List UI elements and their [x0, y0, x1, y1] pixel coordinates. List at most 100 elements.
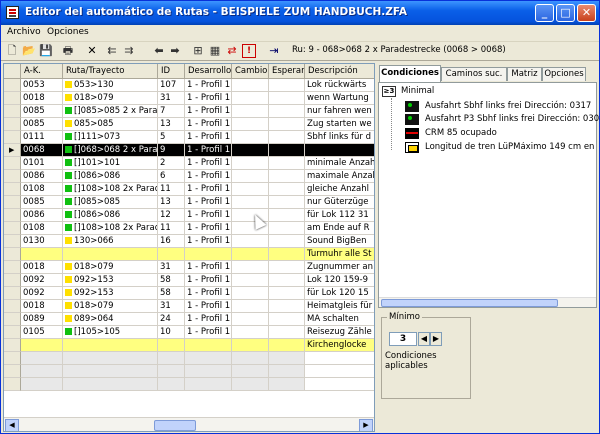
- table-row[interactable]: 0105 []105>105 10 1 - Profil 1 Reisezug Zähl…: [4, 326, 374, 339]
- cell-route[interactable]: [63, 248, 158, 261]
- cell-ak[interactable]: [21, 378, 63, 391]
- cell-cambio[interactable]: [232, 118, 269, 131]
- table-row[interactable]: 0085 []085>085 13 1 - Profil 1 nur Güterzüge: [4, 196, 374, 209]
- cell-desc[interactable]: Zugnummer an: [305, 261, 374, 274]
- cell-cambio[interactable]: [232, 196, 269, 209]
- cell-desc[interactable]: Kirchenglocke: [305, 339, 374, 352]
- cell-ak[interactable]: 0018: [21, 261, 63, 274]
- cell-route[interactable]: 092>153: [63, 287, 158, 300]
- cell-id[interactable]: [158, 365, 185, 378]
- cell-cambio[interactable]: [232, 261, 269, 274]
- cell-esperar[interactable]: [269, 300, 305, 313]
- cell-cambio[interactable]: [232, 157, 269, 170]
- column-desarrollo[interactable]: Desarrollo: [185, 64, 232, 79]
- cell-id[interactable]: 2: [158, 157, 185, 170]
- tab-opciones[interactable]: Opciones: [542, 67, 586, 81]
- cell-desc[interactable]: Turmuhr alle St: [305, 248, 374, 261]
- cell-desc[interactable]: [305, 365, 374, 378]
- table-row[interactable]: Turmuhr alle St: [4, 248, 374, 261]
- table-row[interactable]: 0108 []108>108 2x Paradest11 1 - Profil 1 g…: [4, 183, 374, 196]
- cell-id[interactable]: 16: [158, 235, 185, 248]
- cell-cambio[interactable]: [232, 235, 269, 248]
- cell-ak[interactable]: 0130: [21, 235, 63, 248]
- cell-des[interactable]: 1 - Profil 1: [185, 118, 232, 131]
- cell-id[interactable]: [158, 352, 185, 365]
- cell-ak[interactable]: [21, 352, 63, 365]
- scroll-left-icon[interactable]: ◀: [5, 419, 19, 431]
- cell-esperar[interactable]: [269, 209, 305, 222]
- row-selector[interactable]: [4, 274, 21, 287]
- cell-route[interactable]: 018>079: [63, 261, 158, 274]
- cell-esperar[interactable]: [269, 79, 305, 92]
- cell-cambio[interactable]: [232, 183, 269, 196]
- table-row[interactable]: 0053 053>130 107 1 - Profil 1 Lok rückwärts: [4, 79, 374, 92]
- cell-des[interactable]: [185, 339, 232, 352]
- table-row[interactable]: [4, 365, 374, 378]
- cell-des[interactable]: 1 - Profil 1: [185, 209, 232, 222]
- cell-des[interactable]: 1 - Profil 1: [185, 235, 232, 248]
- cell-route[interactable]: []108>108 2x Paradest: [63, 222, 158, 235]
- insert-row-icon[interactable]: ⇇: [105, 44, 119, 58]
- cell-des[interactable]: [185, 365, 232, 378]
- cell-ak[interactable]: 0111: [21, 131, 63, 144]
- cell-esperar[interactable]: [269, 248, 305, 261]
- cell-des[interactable]: 1 - Profil 1: [185, 131, 232, 144]
- close-button[interactable]: ✕: [577, 4, 596, 22]
- row-selector[interactable]: [4, 209, 21, 222]
- row-selector[interactable]: [4, 170, 21, 183]
- row-selector[interactable]: [4, 339, 21, 352]
- menu-opciones[interactable]: Opciones: [47, 27, 89, 37]
- decrement-icon[interactable]: ◀: [418, 332, 430, 346]
- cell-cambio[interactable]: [232, 300, 269, 313]
- row-selector[interactable]: [4, 79, 21, 92]
- cell-ak[interactable]: 0085: [21, 105, 63, 118]
- row-selector[interactable]: [4, 365, 21, 378]
- row-selector[interactable]: [4, 222, 21, 235]
- tree-root-label[interactable]: Minimal: [401, 86, 434, 96]
- cell-id[interactable]: 107: [158, 79, 185, 92]
- table-row[interactable]: 0130 130>066 16 1 - Profil 1 Sound BigBen: [4, 235, 374, 248]
- save-icon[interactable]: 💾: [39, 44, 53, 58]
- cell-cambio[interactable]: [232, 144, 269, 157]
- move-row-icon[interactable]: ⇉: [122, 44, 136, 58]
- row-selector[interactable]: [4, 313, 21, 326]
- row-selector[interactable]: [4, 352, 21, 365]
- tab-condiciones[interactable]: Condiciones: [379, 65, 441, 82]
- cell-des[interactable]: [185, 352, 232, 365]
- cell-id[interactable]: 11: [158, 183, 185, 196]
- table-row[interactable]: 0018 018>079 31 1 - Profil 1 Zugnummer an: [4, 261, 374, 274]
- row-selector[interactable]: ▶: [4, 144, 21, 157]
- cell-ak[interactable]: 0089: [21, 313, 63, 326]
- scroll-right-icon[interactable]: ▶: [359, 419, 373, 431]
- cell-ak[interactable]: 0086: [21, 209, 63, 222]
- tree-item-3[interactable]: CRM 85 ocupado: [425, 128, 497, 138]
- cell-ak[interactable]: [21, 248, 63, 261]
- horizontal-scrollbar[interactable]: ◀ ▶: [4, 417, 374, 431]
- cell-route[interactable]: []111>073: [63, 131, 158, 144]
- table-row[interactable]: 0089 089>064 24 1 - Profil 1 MA schalten: [4, 313, 374, 326]
- cell-des[interactable]: 1 - Profil 1: [185, 222, 232, 235]
- cell-esperar[interactable]: [269, 339, 305, 352]
- cell-route[interactable]: [63, 352, 158, 365]
- increment-icon[interactable]: ▶: [430, 332, 442, 346]
- table-row[interactable]: 0108 []108>108 2x Paradest11 1 - Profil 1 a…: [4, 222, 374, 235]
- cell-esperar[interactable]: [269, 183, 305, 196]
- cell-desc[interactable]: maximale Anzah: [305, 170, 374, 183]
- cell-esperar[interactable]: [269, 235, 305, 248]
- row-selector[interactable]: [4, 157, 21, 170]
- cell-id[interactable]: 58: [158, 287, 185, 300]
- table-row[interactable]: 0092 092>153 58 1 - Profil 1 Lok 120 159-9: [4, 274, 374, 287]
- table-row[interactable]: 0085 []085>085 2 x Parades7 1 - Profil 1 nu…: [4, 105, 374, 118]
- cell-route[interactable]: []108>108 2x Paradest: [63, 183, 158, 196]
- cell-id[interactable]: 58: [158, 274, 185, 287]
- row-selector[interactable]: [4, 105, 21, 118]
- cell-id[interactable]: 5: [158, 131, 185, 144]
- cell-route[interactable]: 130>066: [63, 235, 158, 248]
- cell-desc[interactable]: Reisezug Zähle: [305, 326, 374, 339]
- column-cambio[interactable]: Cambio: [232, 64, 269, 79]
- menu-archivo[interactable]: Archivo: [7, 27, 41, 37]
- cell-id[interactable]: 13: [158, 196, 185, 209]
- cell-desc[interactable]: Heimatgleis für: [305, 300, 374, 313]
- cell-route[interactable]: 085>085: [63, 118, 158, 131]
- cell-desc[interactable]: Sound BigBen: [305, 235, 374, 248]
